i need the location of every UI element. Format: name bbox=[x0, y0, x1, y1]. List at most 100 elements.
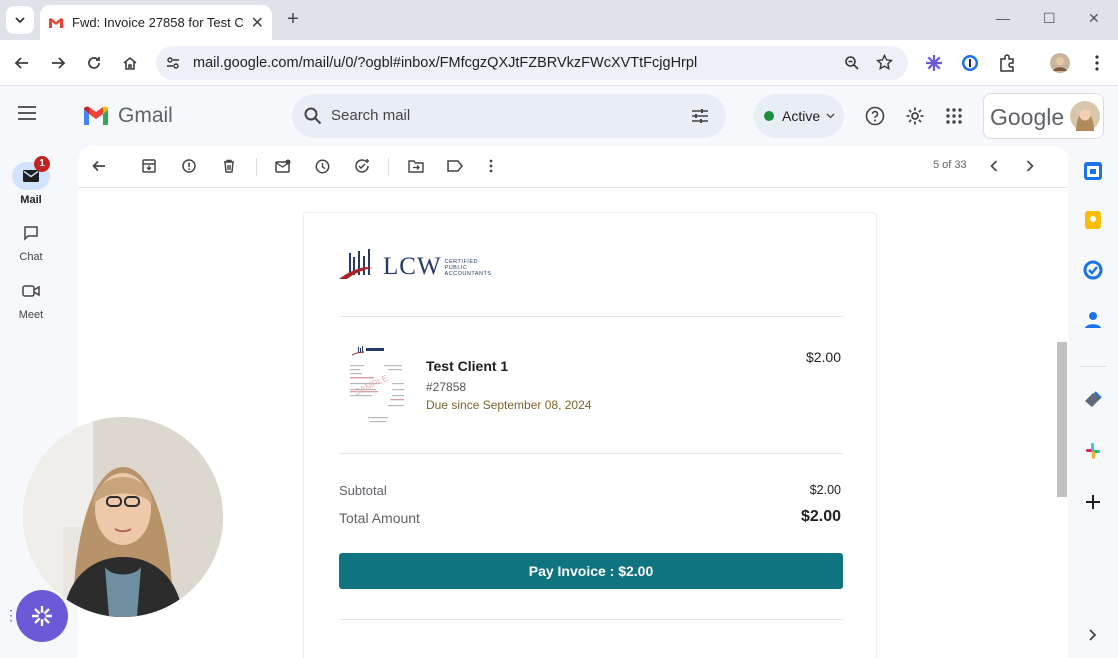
move-to-icon[interactable] bbox=[406, 156, 426, 176]
support-icon[interactable] bbox=[864, 105, 886, 127]
keep-icon[interactable] bbox=[1082, 209, 1104, 231]
archive-icon[interactable] bbox=[139, 156, 159, 176]
webcam-overlay[interactable] bbox=[23, 417, 223, 617]
label-icon[interactable] bbox=[445, 156, 465, 176]
newer-message-icon[interactable] bbox=[984, 156, 1004, 176]
total-value: $2.00 bbox=[800, 508, 841, 525]
rail-label-chat: Chat bbox=[19, 251, 43, 263]
new-tab-button[interactable]: + bbox=[282, 8, 304, 30]
browser-tab-active[interactable]: Fwd: Invoice 27858 for Test Client 1 ✕ bbox=[40, 5, 272, 40]
gmail-logo[interactable]: Gmail bbox=[82, 104, 173, 128]
gmail-favicon-icon bbox=[49, 17, 63, 28]
subtotal-label: Subtotal bbox=[339, 483, 387, 498]
browser-tab-bar: Fwd: Invoice 27858 for Test Client 1 ✕ +… bbox=[0, 0, 1118, 40]
calendar-icon[interactable] bbox=[1082, 160, 1104, 182]
divider bbox=[339, 619, 843, 620]
message-toolbar: 5 of 33 bbox=[78, 146, 1068, 188]
toolbar-divider bbox=[388, 158, 389, 176]
back-icon[interactable] bbox=[10, 51, 34, 75]
site-settings-icon[interactable] bbox=[166, 56, 180, 70]
google-wordmark: Google bbox=[990, 104, 1065, 130]
mail-reading-pane: 5 of 33 LCW CERTIFIED PUBLIC ACCOUNTANTS bbox=[78, 146, 1068, 658]
tab-title: Fwd: Invoice 27858 for Test Client 1 bbox=[72, 15, 244, 30]
total-label: Total Amount bbox=[339, 510, 420, 526]
side-panel-apps bbox=[1068, 146, 1118, 658]
zoom-icon[interactable] bbox=[844, 55, 860, 71]
google-account-switcher[interactable]: Google bbox=[983, 93, 1104, 139]
rail-label-mail: Mail bbox=[20, 194, 42, 206]
slack-icon[interactable] bbox=[1082, 440, 1104, 462]
chevron-down-icon bbox=[15, 17, 25, 24]
add-app-icon[interactable] bbox=[1082, 491, 1104, 513]
due-date: Due since September 08, 2024 bbox=[426, 398, 592, 412]
rail-item-meet[interactable]: Meet bbox=[0, 277, 62, 321]
invoice-thumbnail[interactable]: SAMPLE bbox=[344, 343, 410, 429]
apps-grid-icon[interactable] bbox=[943, 105, 965, 127]
status-dot bbox=[764, 111, 774, 121]
mail-icon bbox=[23, 170, 39, 182]
profile-avatar[interactable] bbox=[1049, 52, 1071, 74]
minimize-icon[interactable]: — bbox=[996, 10, 1010, 26]
tasks-icon[interactable] bbox=[1082, 259, 1104, 281]
home-icon[interactable] bbox=[118, 51, 142, 75]
close-window-icon[interactable]: ✕ bbox=[1088, 10, 1100, 27]
firm-subtitle: CERTIFIED PUBLIC ACCOUNTANTS bbox=[445, 259, 492, 277]
line-amount: $2.00 bbox=[805, 349, 841, 365]
divider bbox=[339, 316, 843, 317]
tab-close-icon[interactable]: ✕ bbox=[251, 13, 264, 33]
bookmark-star-icon[interactable] bbox=[876, 54, 893, 71]
account-avatar bbox=[1070, 101, 1100, 131]
report-spam-icon[interactable] bbox=[179, 156, 199, 176]
snooze-icon[interactable] bbox=[312, 156, 332, 176]
addon-icon[interactable] bbox=[1082, 389, 1104, 411]
back-to-inbox-icon[interactable] bbox=[89, 156, 109, 176]
browser-address-bar: mail.google.com/mail/u/0/?ogbl#inbox/FMf… bbox=[0, 40, 1118, 86]
divider bbox=[339, 453, 843, 454]
reload-icon[interactable] bbox=[82, 51, 106, 75]
chat-icon bbox=[24, 226, 38, 241]
gmail-wordmark: Gmail bbox=[118, 104, 173, 127]
rail-label-meet: Meet bbox=[18, 309, 44, 321]
url-text: mail.google.com/mail/u/0/?ogbl#inbox/FMf… bbox=[193, 55, 698, 71]
search-icon[interactable] bbox=[304, 107, 322, 125]
password-manager-icon[interactable] bbox=[959, 52, 981, 74]
main-menu-icon[interactable] bbox=[18, 106, 36, 120]
forward-icon[interactable] bbox=[46, 51, 70, 75]
unread-badge: 1 bbox=[34, 156, 50, 172]
gmail-m-icon bbox=[84, 106, 108, 125]
contacts-icon[interactable] bbox=[1082, 309, 1104, 331]
omnibox[interactable]: mail.google.com/mail/u/0/?ogbl#inbox/FMf… bbox=[156, 46, 908, 80]
settings-gear-icon[interactable] bbox=[904, 105, 926, 127]
tab-search-button[interactable] bbox=[6, 6, 34, 34]
older-message-icon[interactable] bbox=[1020, 156, 1040, 176]
status-label: Active bbox=[782, 108, 821, 124]
search-options-icon[interactable] bbox=[691, 107, 709, 125]
extension-asterisk-icon[interactable] bbox=[923, 52, 945, 74]
firm-sub-line: ACCOUNTANTS bbox=[444, 271, 492, 277]
search-bar[interactable]: Search mail bbox=[292, 94, 726, 138]
browser-menu-icon[interactable] bbox=[1086, 52, 1108, 74]
firm-logo-mark bbox=[339, 249, 373, 279]
extensions-puzzle-icon[interactable] bbox=[996, 52, 1018, 74]
more-actions-icon[interactable] bbox=[481, 156, 501, 176]
firm-logo: LCW CERTIFIED PUBLIC ACCOUNTANTS bbox=[339, 247, 492, 279]
assistant-fab-button[interactable] bbox=[16, 590, 68, 642]
invoice-number: #27858 bbox=[426, 380, 467, 394]
panel-divider bbox=[1080, 366, 1106, 367]
expand-panel-icon[interactable] bbox=[1082, 624, 1104, 646]
rail-item-mail[interactable]: 1 Mail bbox=[0, 156, 62, 206]
search-input[interactable]: Search mail bbox=[331, 107, 410, 124]
maximize-icon[interactable]: ☐ bbox=[1043, 10, 1056, 27]
gmail-header: Gmail Search mail Active Google bbox=[18, 86, 1118, 146]
mark-unread-icon[interactable] bbox=[273, 156, 293, 176]
delete-icon[interactable] bbox=[219, 156, 239, 176]
asterisk-icon bbox=[32, 606, 52, 626]
pay-invoice-button[interactable]: Pay Invoice : $2.00 bbox=[339, 553, 843, 589]
add-to-tasks-icon[interactable] bbox=[352, 156, 372, 176]
invoice-email-card: LCW CERTIFIED PUBLIC ACCOUNTANTS SAMPLE bbox=[303, 212, 877, 658]
status-selector[interactable]: Active bbox=[754, 94, 844, 138]
client-name: Test Client 1 bbox=[426, 358, 509, 374]
rail-item-chat[interactable]: Chat bbox=[0, 219, 62, 263]
scrollbar-thumb[interactable] bbox=[1057, 342, 1067, 497]
chevron-down-icon bbox=[826, 113, 835, 119]
